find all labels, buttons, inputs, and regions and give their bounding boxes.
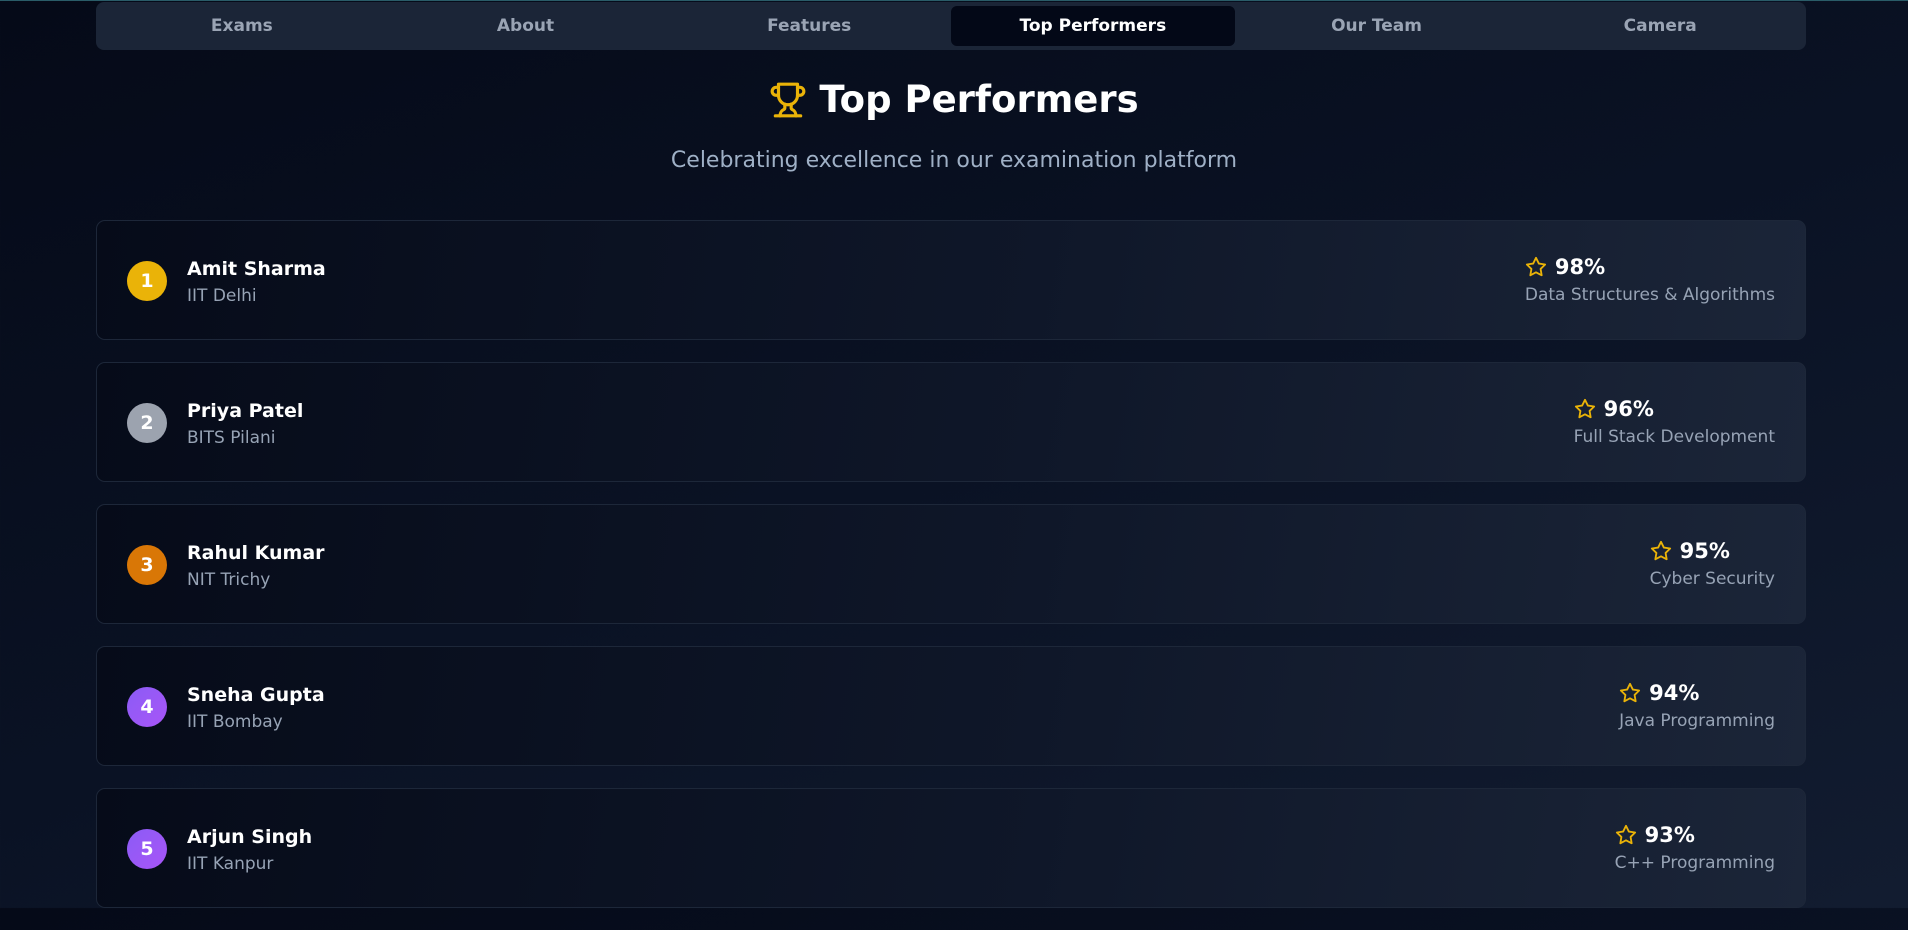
- performer-name: Sneha Gupta: [187, 684, 325, 706]
- performer-name: Priya Patel: [187, 400, 304, 422]
- performer-card: 5 Arjun Singh IIT Kanpur 93% C++ Program…: [96, 788, 1806, 908]
- performer-score: 98%: [1554, 255, 1606, 279]
- tab-top-performers[interactable]: Top Performers: [951, 6, 1235, 46]
- performer-subject: Cyber Security: [1649, 569, 1775, 589]
- score-row: 94%: [1619, 679, 1699, 707]
- score-block: 94% Java Programming: [1619, 679, 1775, 731]
- score-row: 96%: [1574, 395, 1654, 423]
- performer-school: IIT Bombay: [187, 712, 283, 732]
- tab-camera[interactable]: Camera: [1518, 6, 1802, 46]
- score-row: 98%: [1525, 253, 1605, 281]
- trophy-icon: [770, 82, 806, 117]
- performer-subject: C++ Programming: [1614, 853, 1775, 873]
- star-icon: [1615, 824, 1636, 845]
- tab-exams[interactable]: Exams: [100, 6, 384, 46]
- star-icon: [1620, 682, 1641, 703]
- performer-name: Rahul Kumar: [187, 542, 325, 564]
- score-row: 95%: [1650, 537, 1730, 565]
- score-block: 95% Cyber Security: [1650, 537, 1775, 589]
- performer-name: Amit Sharma: [187, 258, 326, 280]
- rank-badge: 2: [127, 403, 167, 443]
- page-heading: Top Performers: [0, 78, 1908, 121]
- performer-score: 96%: [1603, 397, 1654, 421]
- star-icon: [1650, 540, 1671, 561]
- performer-subject: Full Stack Development: [1573, 427, 1775, 447]
- performer-school: NIT Trichy: [187, 570, 271, 590]
- score-block: 93% C++ Programming: [1615, 821, 1775, 873]
- rank-badge: 5: [127, 829, 167, 869]
- performer-card: 4 Sneha Gupta IIT Bombay 94% Java Progra…: [96, 646, 1806, 766]
- tab-features[interactable]: Features: [667, 6, 951, 46]
- rank-badge: 3: [127, 545, 167, 585]
- score-block: 98% Data Structures & Algorithms: [1525, 253, 1775, 305]
- performer-school: IIT Kanpur: [187, 854, 274, 874]
- rank-badge: 1: [127, 261, 167, 301]
- top-border-line: [0, 0, 1908, 1]
- performer-school: IIT Delhi: [187, 286, 257, 306]
- performer-score: 95%: [1679, 539, 1730, 563]
- performer-card: 1 Amit Sharma IIT Delhi 98% Data Structu…: [96, 220, 1806, 340]
- performer-card: 3 Rahul Kumar NIT Trichy 95% Cyber Secur…: [96, 504, 1806, 624]
- performer-subject: Data Structures & Algorithms: [1524, 285, 1775, 305]
- rank-badge: 4: [127, 687, 167, 727]
- performers-list: 1 Amit Sharma IIT Delhi 98% Data Structu…: [96, 220, 1806, 930]
- tab-our-team[interactable]: Our Team: [1235, 6, 1519, 46]
- tab-bar: Exams About Features Top Performers Our …: [96, 2, 1806, 50]
- performer-score: 94%: [1649, 681, 1700, 705]
- performer-name: Arjun Singh: [187, 826, 313, 848]
- performer-school: BITS Pilani: [187, 428, 276, 448]
- performer-card: 2 Priya Patel BITS Pilani 96% Full Stack…: [96, 362, 1806, 482]
- score-block: 96% Full Stack Development: [1574, 395, 1775, 447]
- page-title: Top Performers: [819, 78, 1139, 121]
- tab-about[interactable]: About: [384, 6, 668, 46]
- performer-score: 93%: [1644, 823, 1695, 847]
- page-subtitle: Celebrating excellence in our examinatio…: [670, 148, 1238, 173]
- star-icon: [1525, 256, 1546, 277]
- score-row: 93%: [1615, 821, 1695, 849]
- star-icon: [1574, 398, 1595, 419]
- performer-subject: Java Programming: [1619, 711, 1775, 731]
